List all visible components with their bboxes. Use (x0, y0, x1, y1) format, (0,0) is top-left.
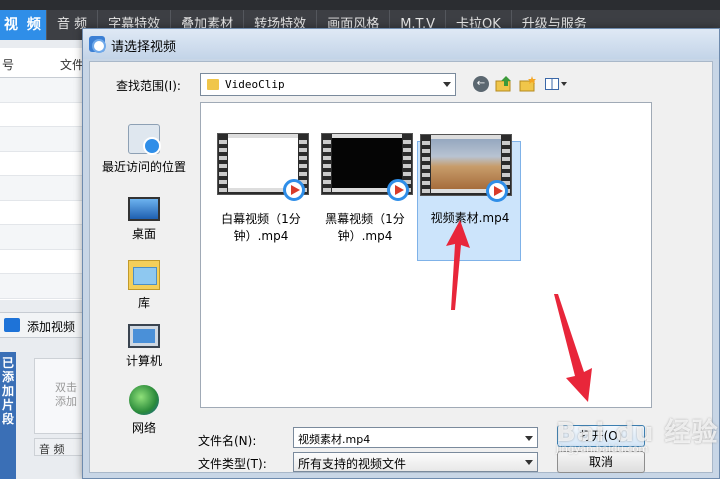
list-item[interactable] (0, 176, 90, 201)
list-item[interactable] (0, 103, 90, 127)
recent-places-icon (128, 124, 161, 155)
place-network-label: 网络 (131, 421, 156, 435)
filename-label: 文件名(N): (198, 434, 257, 448)
look-in-label: 查找范围(I): (116, 79, 181, 93)
column-file-header: 文件 (60, 58, 85, 72)
list-item[interactable] (0, 225, 90, 250)
menu-video-tab[interactable]: 视 频 (0, 10, 46, 40)
watermark-url: jingyan.baidu.com (556, 444, 649, 455)
clip-list-header: 号 文件 (0, 48, 90, 78)
desktop-icon (128, 197, 160, 221)
list-item[interactable] (0, 78, 90, 103)
add-video-button[interactable]: 添加视频 (0, 312, 90, 338)
filename-field[interactable]: 视频素材.mp4 (293, 427, 538, 448)
column-number-header: 号 (2, 58, 15, 72)
film-strip-left (422, 137, 430, 193)
annotation-arrow-down (554, 294, 592, 402)
added-clips-tab[interactable]: 已添加片段 (0, 352, 16, 479)
filetype-label: 文件类型(T): (198, 457, 267, 471)
place-recent-label: 最近访问的位置 (101, 160, 186, 174)
film-strip-left (323, 136, 331, 192)
filetype-value: 所有支持的视频文件 (298, 457, 407, 471)
baidu-watermark: Bai du 经验 jingyan.baidu.com (556, 412, 720, 464)
chevron-down-icon (443, 82, 451, 87)
drop-hint-line2: 添加 (55, 395, 77, 408)
back-button[interactable]: ← (471, 74, 491, 94)
dialog-titlebar[interactable]: 请选择视频 (83, 29, 719, 59)
list-item[interactable] (0, 201, 90, 225)
drop-hint-line1: 双击 (55, 381, 77, 394)
video-file-type-icon (486, 180, 508, 202)
file-name: 黑幕视频（1分钟）.mp4 (325, 212, 405, 243)
clip-list (0, 78, 90, 300)
video-file-type-icon (387, 179, 409, 201)
look-in-value: VideoClip (225, 78, 285, 91)
place-recent[interactable]: 最近访问的位置 (94, 124, 194, 175)
list-item[interactable] (0, 250, 90, 274)
file-name: 白幕视频（1分钟）.mp4 (221, 212, 301, 243)
file-item-black-screen[interactable]: 黑幕视频（1分钟）.mp4 (313, 133, 417, 261)
app-top-strip (0, 0, 720, 10)
computer-icon (128, 324, 160, 348)
places-bar: 最近访问的位置 桌面 库 计算机 网络 (94, 102, 194, 435)
place-computer-label: 计算机 (125, 354, 162, 368)
up-folder-button[interactable] (494, 74, 514, 94)
view-grid-icon (545, 78, 559, 90)
list-item[interactable] (0, 127, 90, 152)
place-libraries[interactable]: 库 (94, 260, 194, 311)
dialog-title: 请选择视频 (111, 40, 177, 55)
back-arrow-icon: ← (473, 76, 489, 92)
folder-icon (207, 79, 219, 90)
chevron-down-icon (561, 82, 567, 86)
app-logo-icon (89, 36, 106, 53)
chevron-down-icon[interactable] (525, 436, 533, 441)
up-folder-icon (495, 76, 511, 92)
list-item[interactable] (0, 152, 90, 176)
place-desktop[interactable]: 桌面 (94, 197, 194, 242)
annotation-arrow-up (446, 220, 470, 310)
view-menu-button[interactable] (542, 74, 570, 94)
look-in-dropdown[interactable]: VideoClip (200, 73, 456, 96)
place-libraries-label: 库 (137, 296, 150, 310)
add-video-label: 添加视频 (27, 320, 76, 334)
film-strip-left (219, 136, 227, 192)
filename-value: 视频素材.mp4 (298, 433, 371, 446)
place-computer[interactable]: 计算机 (94, 324, 194, 369)
place-network[interactable]: 网络 (94, 385, 194, 436)
chevron-down-icon (525, 460, 533, 465)
video-file-type-icon (283, 179, 305, 201)
network-icon (129, 385, 159, 415)
drop-zone[interactable]: 双击 添加 (34, 358, 86, 434)
libraries-icon (128, 260, 160, 290)
new-folder-icon (519, 76, 536, 92)
file-item-white-screen[interactable]: 白幕视频（1分钟）.mp4 (209, 133, 313, 261)
list-item[interactable] (0, 274, 90, 299)
new-folder-button[interactable] (518, 74, 538, 94)
add-video-icon (4, 318, 20, 332)
place-desktop-label: 桌面 (131, 227, 156, 241)
filetype-select[interactable]: 所有支持的视频文件 (293, 452, 538, 472)
